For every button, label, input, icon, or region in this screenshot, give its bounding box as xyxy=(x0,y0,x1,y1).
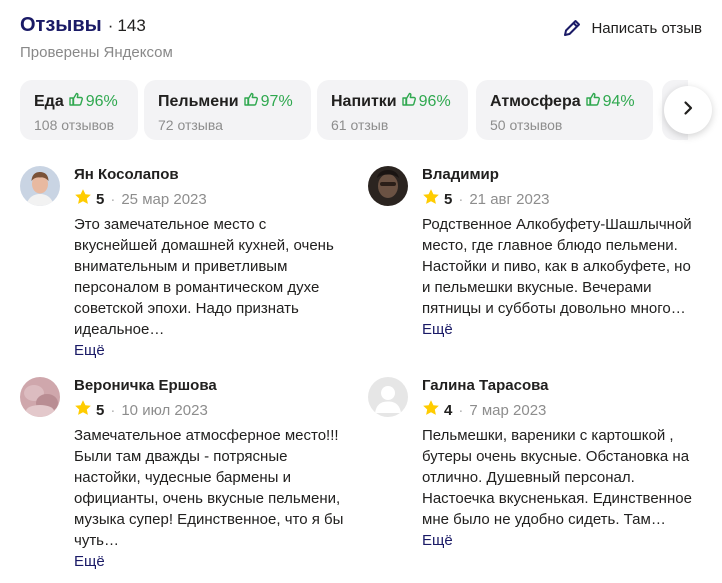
review-body: Владимир 5 · 21 авг 2023 Родственное Алк… xyxy=(422,166,698,340)
review-date: 21 авг 2023 xyxy=(469,190,550,208)
review-author[interactable]: Ян Косолапов xyxy=(74,166,350,184)
chip-percent: 94% xyxy=(602,92,635,110)
review-author[interactable]: Вероничка Ершова xyxy=(74,377,350,395)
star-icon xyxy=(422,188,440,210)
pencil-icon xyxy=(562,18,582,38)
reviews-title: Отзывы xyxy=(20,14,102,36)
thumbs-up-icon xyxy=(585,91,601,112)
thumbs-up-icon xyxy=(243,91,259,112)
thumbs-up-icon xyxy=(68,91,84,112)
review-text-content: Пельмешки, вареники с картошкой , бутеры… xyxy=(422,427,692,528)
review-rating: 5 xyxy=(96,190,105,208)
aspect-chips: Еда 96% 108 отзывов Пельмени 97% 72 отзы… xyxy=(20,80,688,140)
avatar[interactable] xyxy=(20,166,60,206)
review-text-content: Родственное Алкобуфету-Шашлычной место, … xyxy=(422,216,692,317)
review-author[interactable]: Галина Тарасова xyxy=(422,377,698,395)
review-meta: 5 · 21 авг 2023 xyxy=(422,189,698,209)
write-review-label: Написать отзыв xyxy=(591,19,702,37)
review-body: Галина Тарасова 4 · 7 мар 2023 Пельмешки… xyxy=(422,377,698,551)
thumbs-up-icon xyxy=(401,91,417,112)
chip-atmosphere[interactable]: Атмосфера 94% 50 отзывов xyxy=(476,80,653,140)
review-rating: 5 xyxy=(444,190,453,208)
reviews-count: 143 xyxy=(117,16,146,35)
chip-percent: 96% xyxy=(85,92,118,110)
chip-drinks[interactable]: Напитки 96% 61 отзыв xyxy=(317,80,468,140)
more-link[interactable]: Ещё xyxy=(74,342,105,359)
review-rating: 4 xyxy=(444,401,453,419)
more-link[interactable]: Ещё xyxy=(422,321,453,338)
meta-separator: · xyxy=(110,190,116,208)
avatar[interactable] xyxy=(368,377,408,417)
avatar[interactable] xyxy=(368,166,408,206)
review-text: Это замечательное место с вкуснейшей дом… xyxy=(74,214,350,361)
chip-percent: 96% xyxy=(418,92,451,110)
chip-name: Пельмени xyxy=(158,92,239,110)
chip-name: Еда xyxy=(34,92,64,110)
title-separator: · xyxy=(107,16,114,35)
review-text: Родственное Алкобуфету-Шашлычной место, … xyxy=(422,214,698,340)
chip-name: Атмосфера xyxy=(490,92,581,110)
verified-label: Проверены Яндексом xyxy=(20,44,173,61)
review-body: Ян Косолапов 5 · 25 мар 2023 Это замечат… xyxy=(74,166,350,361)
chip-count: 61 отзыв xyxy=(331,117,389,133)
review-text: Пельмешки, вареники с картошкой , бутеры… xyxy=(422,425,698,551)
chip-count: 50 отзывов xyxy=(490,117,563,133)
star-icon xyxy=(422,399,440,421)
review-text-content: Замечательное атмосферное место!!! Были … xyxy=(74,427,344,549)
review-rating: 5 xyxy=(96,401,105,419)
review-date: 7 мар 2023 xyxy=(469,401,547,419)
chips-next-button[interactable] xyxy=(664,86,712,134)
write-review-button[interactable]: Написать отзыв xyxy=(562,18,702,38)
reviews-header: Отзывы · 143 Проверены Яндексом Написать… xyxy=(20,14,702,66)
review-text: Замечательное атмосферное место!!! Были … xyxy=(74,425,350,572)
chip-pelmeni[interactable]: Пельмени 97% 72 отзыва xyxy=(144,80,311,140)
review-meta: 5 · 25 мар 2023 xyxy=(74,189,350,209)
review-text-content: Это замечательное место с вкуснейшей дом… xyxy=(74,216,334,338)
chip-count: 72 отзыва xyxy=(158,117,223,133)
chip-percent: 97% xyxy=(260,92,293,110)
review-meta: 5 · 10 июл 2023 xyxy=(74,400,350,420)
more-link[interactable]: Ещё xyxy=(74,553,105,570)
more-link[interactable]: Ещё xyxy=(422,532,453,549)
star-icon xyxy=(74,399,92,421)
chip-food[interactable]: Еда 96% 108 отзывов xyxy=(20,80,138,140)
review-body: Вероничка Ершова 5 · 10 июл 2023 Замечат… xyxy=(74,377,350,572)
star-icon xyxy=(74,188,92,210)
chevron-right-icon xyxy=(680,100,696,121)
review-author[interactable]: Владимир xyxy=(422,166,698,184)
review-date: 10 июл 2023 xyxy=(121,401,208,419)
meta-separator: · xyxy=(110,401,116,419)
meta-separator: · xyxy=(458,190,464,208)
chip-name: Напитки xyxy=(331,92,397,110)
review-meta: 4 · 7 мар 2023 xyxy=(422,400,698,420)
review-date: 25 мар 2023 xyxy=(121,190,207,208)
chip-count: 108 отзывов xyxy=(34,117,115,133)
avatar[interactable] xyxy=(20,377,60,417)
meta-separator: · xyxy=(458,401,464,419)
